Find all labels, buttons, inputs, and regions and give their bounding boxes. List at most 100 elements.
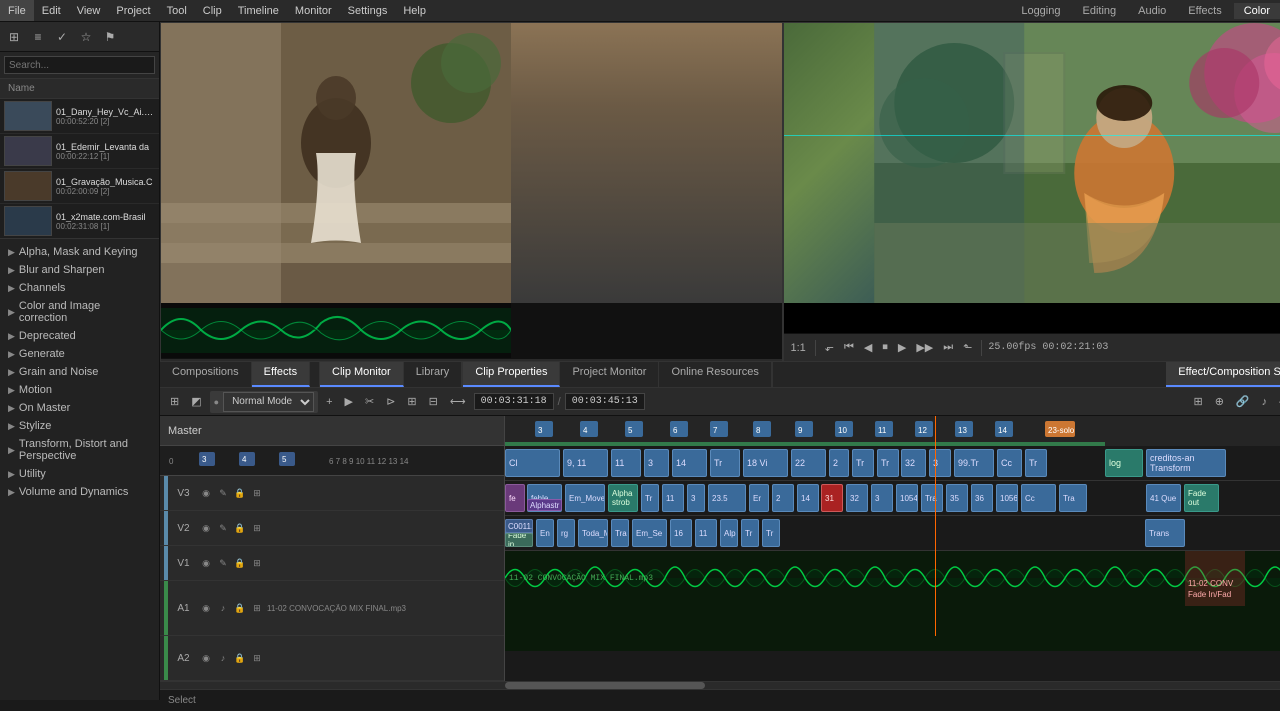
tl-timecode2[interactable]: 00:03:45:13 [565,393,645,410]
step-fwd-right[interactable]: ⏭ [940,341,956,354]
effect-grain[interactable]: ▶Grain and Noise [0,363,159,381]
effect-alpha[interactable]: ▶Alpha, Mask and Keying [0,243,159,261]
v2-clip-tr[interactable]: Tr [641,484,659,512]
v2-enable[interactable]: ◉ [199,521,213,535]
v3-clip-3[interactable]: 11 [611,449,641,477]
clips-area[interactable]: 3 4 5 6 7 8 9 10 11 12 13 [505,416,1280,681]
v2-clip-tr2[interactable]: Tra [921,484,943,512]
stop-right[interactable]: ⏹ [879,341,891,354]
menu-monitor[interactable]: Monitor [287,0,340,21]
tl-extract[interactable]: ⊟ [425,393,442,410]
menu-help[interactable]: Help [395,0,434,21]
v2-clip-3b[interactable]: 3 [871,484,893,512]
v1-lock[interactable]: 🔒 [233,556,247,570]
effect-utility[interactable]: ▶Utility [0,465,159,483]
v1-clip-16[interactable]: 16 [670,519,692,547]
a1-lock[interactable]: 🔒 [233,601,247,615]
effect-deprecated[interactable]: ▶Deprecated [0,327,159,345]
v1-clip-11b[interactable]: 11 [695,519,717,547]
menu-project[interactable]: Project [108,0,158,21]
v2-clip-er[interactable]: Er [749,484,769,512]
v3-clip-14[interactable]: 99.Tr [954,449,994,477]
v1-clip-en[interactable]: En [536,519,554,547]
tab-compositions[interactable]: Compositions [160,362,252,387]
v1-clip-toda[interactable]: Toda_Musica [578,519,608,547]
menu-tool[interactable]: Tool [159,0,195,21]
v3-clip-10[interactable]: Tr [852,449,874,477]
v1-clip-tr2[interactable]: Tr [762,519,780,547]
mark-out-right[interactable]: ⬑ [960,341,975,354]
ws-tab-effects[interactable]: Effects [1178,3,1231,19]
ws-tab-editing[interactable]: Editing [1072,3,1126,19]
v3-clip-15[interactable]: Cc [997,449,1022,477]
v3-enable[interactable]: ◉ [199,486,213,500]
v2-clip-3[interactable]: 3 [687,484,705,512]
v1-enable[interactable]: ◉ [199,556,213,570]
effect-blur[interactable]: ▶Blur and Sharpen [0,261,159,279]
effect-onmaster[interactable]: ▶On Master [0,399,159,417]
bin-item-4[interactable]: 01_x2mate.com-Brasil 00:02:31:08 [1] [0,204,159,239]
v2-clip-23[interactable]: 23.5 [708,484,746,512]
ws-tab-logging[interactable]: Logging [1011,3,1070,19]
tl-link[interactable]: 🔗 [1232,393,1254,410]
step-back-right[interactable]: ⏮ [841,341,857,354]
mode-dropdown[interactable]: Normal Mode [223,392,314,412]
effect-channels[interactable]: ▶Channels [0,279,159,297]
v2-clip-41[interactable]: 41 Que [1146,484,1181,512]
flag-icon[interactable]: ⚑ [100,27,120,47]
play-fwd-right[interactable]: ▶▶ [913,341,936,354]
ws-tab-color[interactable]: Color [1234,3,1280,19]
bin-item-1[interactable]: 01_Dany_Hey_Vc_Ai.MP4 00:00:52:20 [2] [0,99,159,134]
v3-clip-12[interactable]: 32 [901,449,926,477]
effect-color[interactable]: ▶Color and Image correction [0,297,159,327]
v2-clip-14[interactable]: 14 [797,484,819,512]
tab-effects[interactable]: Effects [252,362,310,387]
menu-edit[interactable]: Edit [34,0,69,21]
v2-clip-fadeout[interactable]: Fade out [1184,484,1219,512]
v2-clip-1056[interactable]: 1056 [996,484,1018,512]
menu-view[interactable]: View [69,0,109,21]
v1-snap[interactable]: ⊞ [250,556,264,570]
v3-clip-16[interactable]: Tr [1025,449,1047,477]
v3-clip-4[interactable]: 3 [644,449,669,477]
v3-clip-11[interactable]: Tr [877,449,899,477]
tab-effect-stack[interactable]: Effect/Composition Stack [1166,362,1280,387]
v2-clip-fe[interactable]: fe [505,484,525,512]
v2-clip-emmovem[interactable]: Em_Movem [565,484,605,512]
v3-clip-8[interactable]: 22 [791,449,826,477]
star-icon[interactable]: ☆ [76,27,96,47]
tl-timecode1[interactable]: 00:03:31:18 [474,393,554,410]
a1-enable[interactable]: ◉ [199,601,213,615]
tl-home[interactable]: ⊞ [166,393,183,410]
menu-clip[interactable]: Clip [195,0,230,21]
v3-clip-18[interactable]: creditos-an Transform [1146,449,1226,477]
v2-snap[interactable]: ⊞ [250,521,264,535]
v1-clip-em[interactable]: Em_Se [632,519,667,547]
v1-clip-tr[interactable]: Tr [741,519,759,547]
a2-snap[interactable]: ⊞ [250,651,264,665]
tl-magnet[interactable]: ⊕ [1211,393,1228,410]
v3-clip-1[interactable]: Cl [505,449,560,477]
v2-clip-tra[interactable]: Tra [1059,484,1087,512]
v1-edit[interactable]: ✎ [216,556,230,570]
timeline-scrollbar[interactable] [160,681,1280,689]
mark-in-right[interactable]: ⬐ [822,341,837,354]
grid-icon[interactable]: ⊞ [4,27,24,47]
tl-toggle[interactable]: ◩ [187,393,205,410]
v2-clip-31[interactable]: 31 [821,484,843,512]
v3-clip-5[interactable]: 14 [672,449,707,477]
effect-stylize[interactable]: ▶Stylize [0,417,159,435]
play-right[interactable]: ▶ [895,341,909,354]
a2-lock[interactable]: 🔒 [233,651,247,665]
tl-insert[interactable]: ⊳ [382,393,399,410]
v3-clip-17[interactable]: log [1105,449,1143,477]
v3-clip-9[interactable]: 2 [829,449,849,477]
v2-clip-2[interactable]: 2 [772,484,794,512]
v3-clip-6[interactable]: Tr [710,449,740,477]
bin-item-2[interactable]: 01_Edemir_Levanta da 00:00:22:12 [1] [0,134,159,169]
effect-motion[interactable]: ▶Motion [0,381,159,399]
tab-project-monitor[interactable]: Project Monitor [560,362,659,387]
menu-timeline[interactable]: Timeline [230,0,287,21]
tab-online-resources[interactable]: Online Resources [659,362,771,387]
tl-add[interactable]: + [322,394,336,410]
